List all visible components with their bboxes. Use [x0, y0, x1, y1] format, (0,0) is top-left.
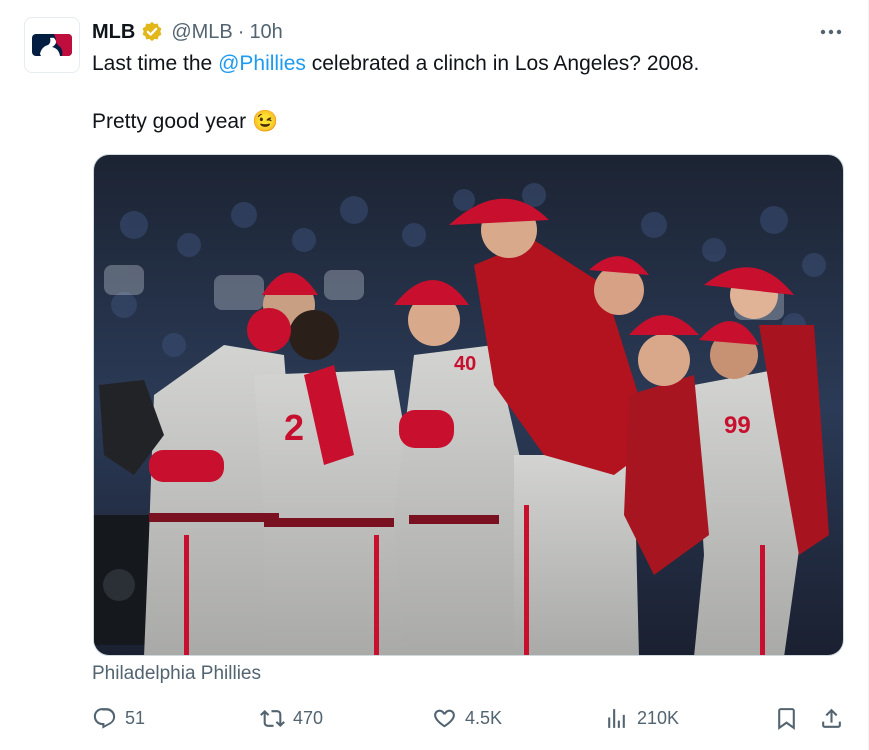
- second-line-text: Pretty good year: [92, 110, 247, 133]
- bookmark-icon: [778, 707, 795, 730]
- reply-button[interactable]: 51: [92, 700, 145, 736]
- more-options-icon[interactable]: [817, 22, 845, 42]
- reply-count: 51: [125, 707, 146, 728]
- author-avatar[interactable]: [24, 17, 80, 73]
- tweet-actions-bar: 51 470 4.5K 210K: [92, 700, 852, 736]
- reply-icon: [93, 707, 116, 729]
- share-icon: [822, 708, 841, 728]
- repost-count: 470: [293, 707, 324, 728]
- tweet-text: Last time the @Phillies celebrated a cli…: [92, 49, 832, 136]
- tweet-line-2: Pretty good year 😉: [92, 107, 832, 136]
- repost-button[interactable]: 470: [260, 700, 323, 736]
- author-handle[interactable]: @MLB: [171, 21, 232, 44]
- text-after-mention: celebrated a clinch in Los Angeles? 2008…: [305, 52, 700, 75]
- media-caption[interactable]: Philadelphia Phillies: [92, 663, 261, 685]
- mention-link[interactable]: @Phillies: [218, 52, 306, 75]
- celebration-photo-image: 99 2 40: [94, 155, 843, 655]
- verified-badge-icon[interactable]: [141, 21, 163, 43]
- views-count: 210K: [637, 707, 680, 728]
- mlb-logo-icon: [32, 34, 72, 56]
- like-button[interactable]: 4.5K: [432, 700, 502, 736]
- separator-dot: ·: [237, 20, 245, 43]
- bookmark-button[interactable]: [774, 700, 799, 736]
- views-button[interactable]: 210K: [604, 700, 679, 736]
- tweet-header: MLB @MLB · 10h: [92, 18, 283, 46]
- share-button[interactable]: [819, 700, 844, 736]
- author-name[interactable]: MLB: [92, 21, 135, 44]
- wink-emoji-icon: 😉: [251, 110, 279, 133]
- repost-icon: [260, 709, 285, 727]
- tweet-timestamp[interactable]: 10h: [249, 21, 282, 44]
- svg-text:2: 2: [284, 407, 304, 448]
- like-count: 4.5K: [465, 707, 503, 728]
- analytics-icon: [608, 708, 625, 728]
- tweet-line-1: Last time the @Phillies celebrated a cli…: [92, 49, 832, 78]
- text-before-mention: Last time the: [92, 52, 219, 75]
- svg-text:99: 99: [724, 412, 751, 439]
- tweet-photo[interactable]: 99 2 40: [93, 154, 844, 656]
- svg-text:40: 40: [454, 353, 476, 375]
- heart-icon: [434, 709, 455, 727]
